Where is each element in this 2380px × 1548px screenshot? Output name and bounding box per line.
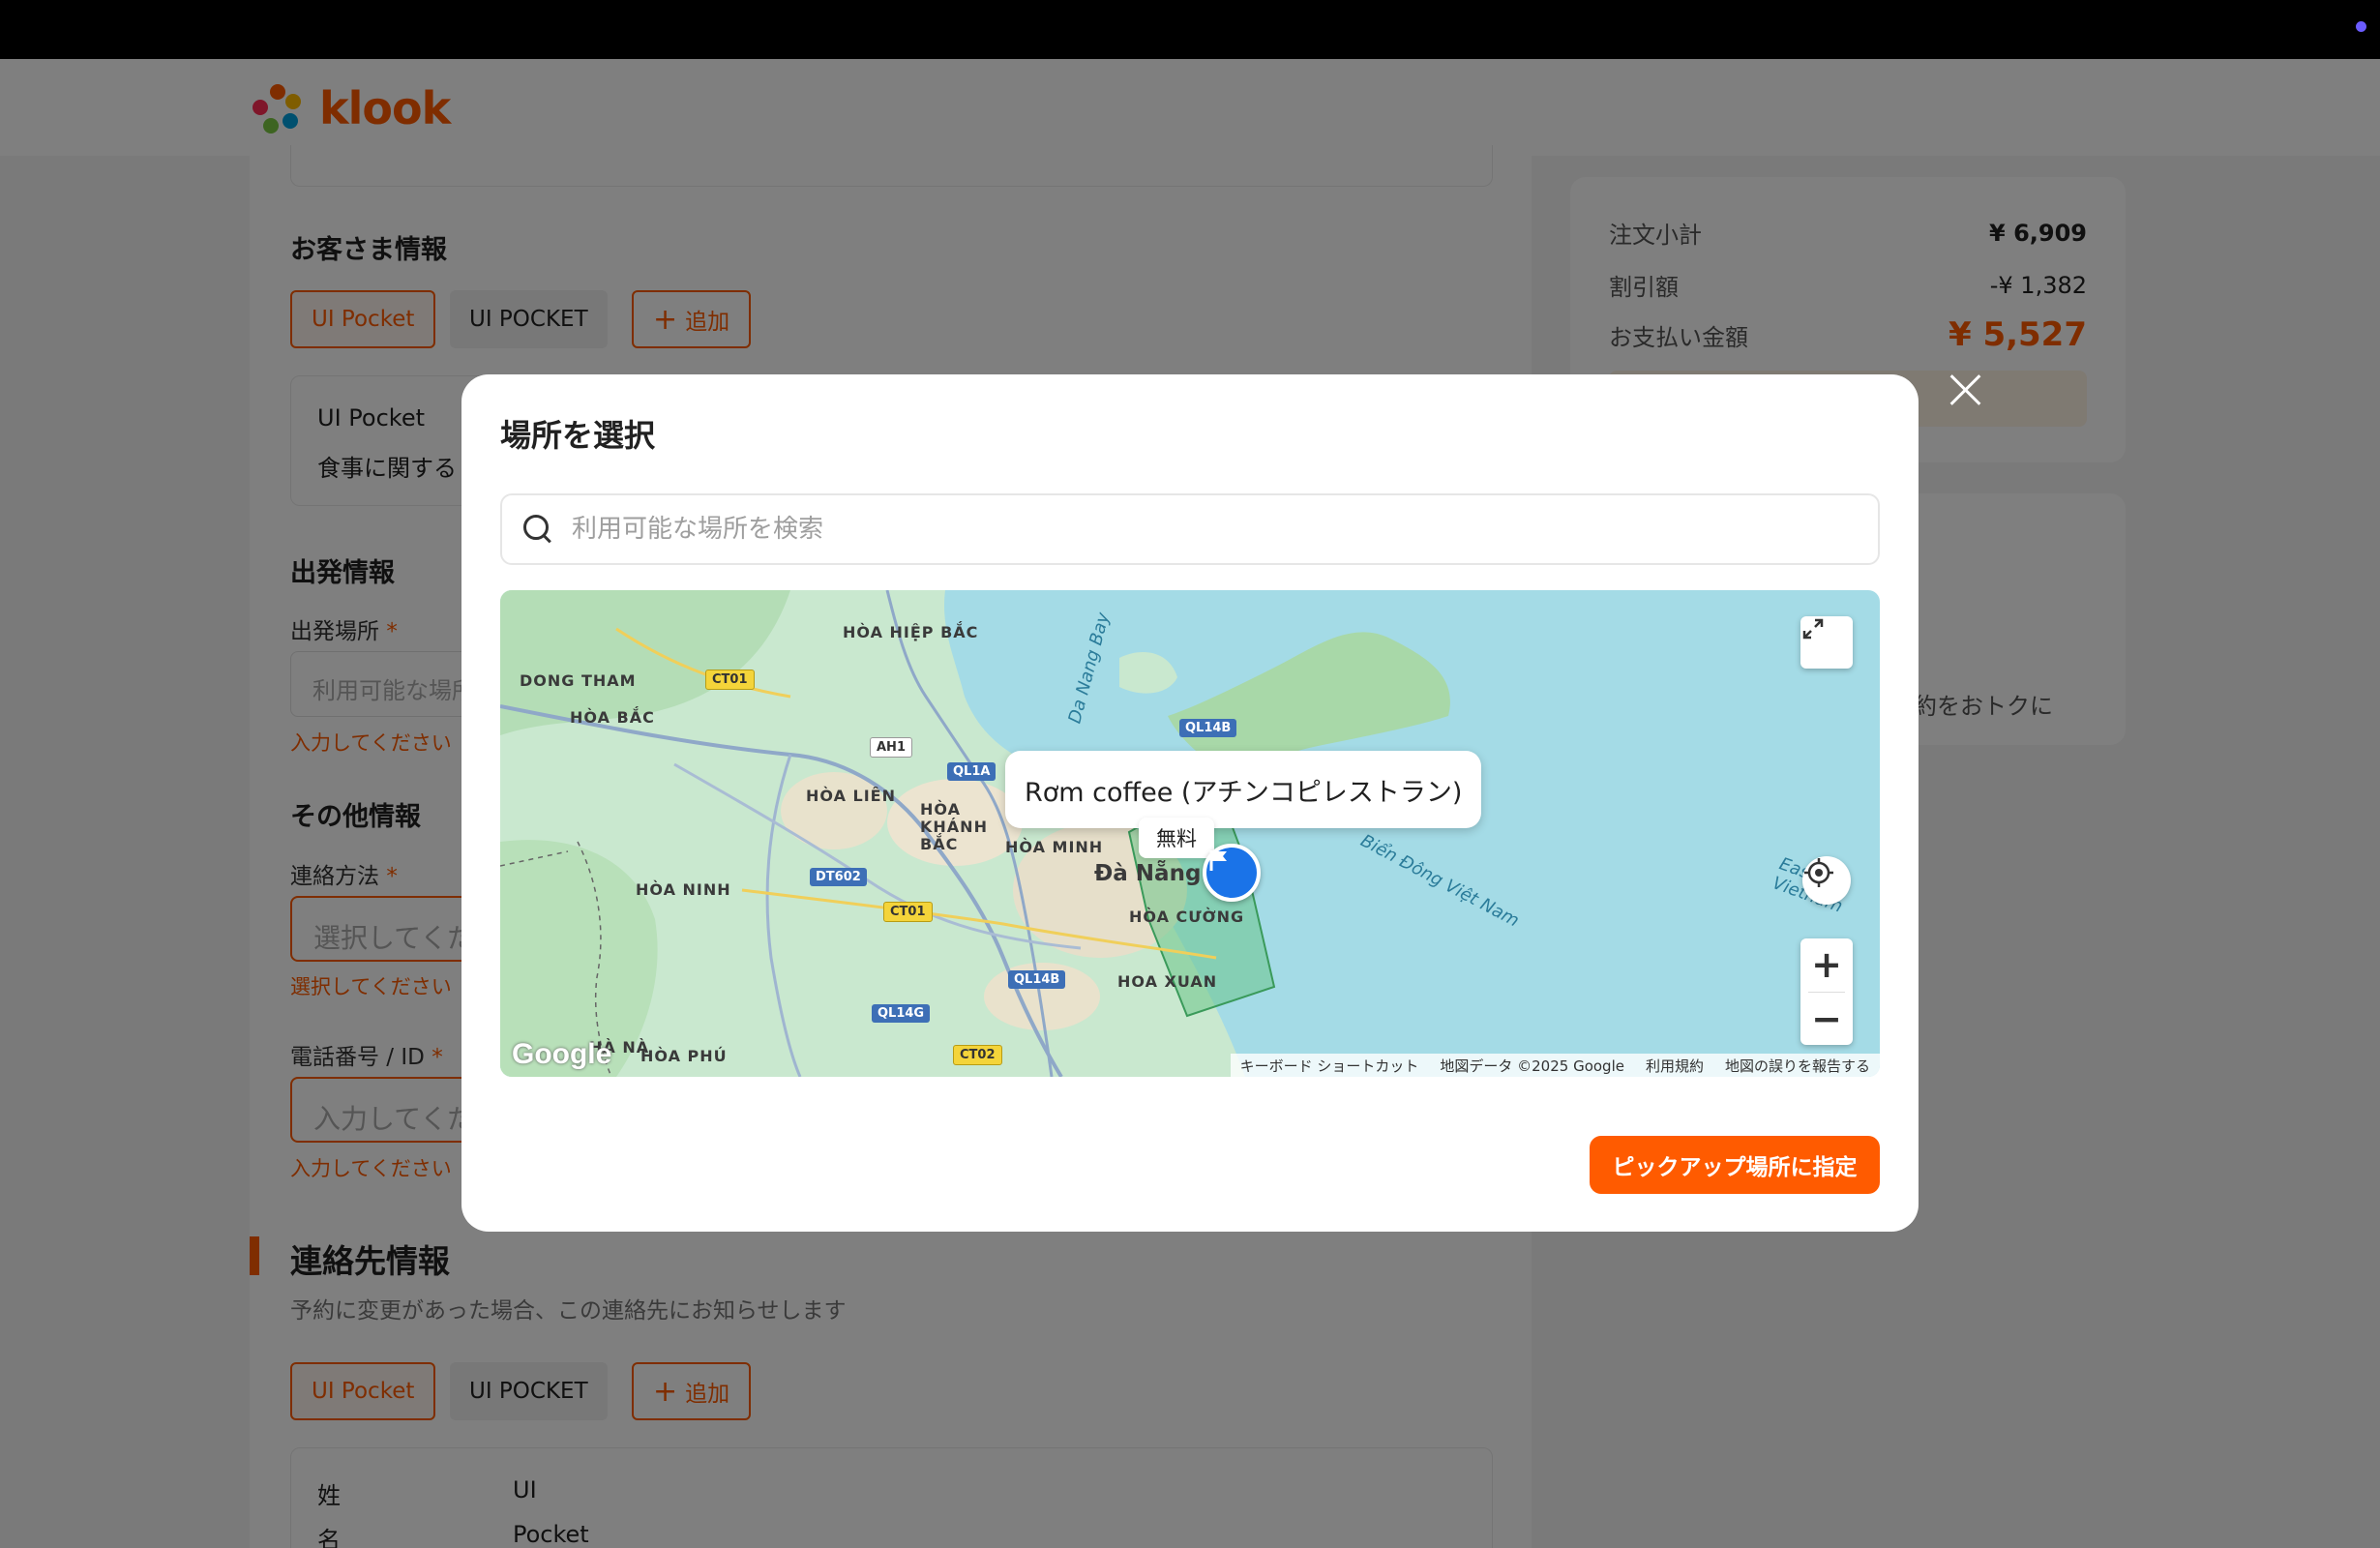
map-label: HÒA MINH xyxy=(1005,838,1104,856)
keyboard-shortcuts-link[interactable]: キーボード ショートカット xyxy=(1240,1056,1419,1076)
search-icon xyxy=(523,515,552,544)
road-badge: CT01 xyxy=(883,902,933,922)
status-dot xyxy=(2356,21,2366,32)
modal-title: 場所を選択 xyxy=(500,417,656,454)
location-search-input[interactable] xyxy=(572,515,1830,544)
set-pickup-button[interactable]: ピックアップ場所に指定 xyxy=(1590,1136,1880,1194)
map-data-text: 地図データ ©2025 Google xyxy=(1440,1057,1624,1075)
road-badge: QL14B xyxy=(1008,970,1066,989)
flag-icon xyxy=(1209,850,1227,871)
road-badge: QL14G xyxy=(872,1004,931,1023)
map-label: HÒA KHÁNH BẮC xyxy=(920,800,988,853)
location-pin-icon[interactable] xyxy=(1203,844,1261,902)
city-label: Đà Nẵng xyxy=(1094,861,1202,886)
location-search-box[interactable] xyxy=(500,493,1880,565)
map-label: HÒA NINH xyxy=(636,880,731,899)
map-label: DONG THAM xyxy=(520,671,637,690)
selected-place-bubble[interactable]: Rơm coffee (アチンコピレストラン) xyxy=(1005,751,1482,828)
fullscreen-button[interactable] xyxy=(1800,616,1853,669)
map-view[interactable]: HÒA HIỆP BẮC DONG THAM HÒA BẮC HÒA LIÊN … xyxy=(500,590,1880,1077)
location-picker-modal: 場所を選択 利用可能な場所を検索 HÒA HIỆP BẮC DONG THAM … xyxy=(461,374,1919,1232)
map-label: HÒA LIÊN xyxy=(806,787,896,805)
terms-link[interactable]: 利用規約 xyxy=(1646,1056,1704,1076)
road-badge: DT602 xyxy=(810,868,867,886)
report-error-link[interactable]: 地図の誤りを報告する xyxy=(1725,1056,1870,1076)
google-logo: Google xyxy=(512,1038,612,1070)
fullscreen-icon xyxy=(1802,618,1824,640)
road-badge: QL14B xyxy=(1179,719,1237,737)
map-label: HÒA HIỆP BẮC xyxy=(843,623,979,641)
zoom-out-button[interactable]: − xyxy=(1800,992,1853,1045)
crosshair-icon xyxy=(1804,858,1833,887)
zoom-controls: + − xyxy=(1800,938,1853,1045)
price-badge: 無料 xyxy=(1139,818,1214,858)
close-icon[interactable] xyxy=(1941,366,1989,414)
system-top-bar xyxy=(0,0,2380,59)
road-badge: CT01 xyxy=(705,670,755,690)
map-label: HÒA BẮC xyxy=(570,708,655,727)
map-label: HÒA PHÚ xyxy=(640,1047,728,1065)
road-badge: QL1A xyxy=(947,762,997,781)
zoom-in-button[interactable]: + xyxy=(1800,938,1853,992)
road-badge: AH1 xyxy=(870,737,912,758)
map-label: HÒA CƯỜNG xyxy=(1129,908,1245,926)
map-label: HOA XUAN xyxy=(1117,972,1218,991)
road-badge: CT02 xyxy=(953,1045,1002,1065)
map-attribution: キーボード ショートカット 地図データ ©2025 Google 利用規約 地図… xyxy=(1230,1054,1880,1077)
my-location-button[interactable] xyxy=(1802,856,1851,905)
